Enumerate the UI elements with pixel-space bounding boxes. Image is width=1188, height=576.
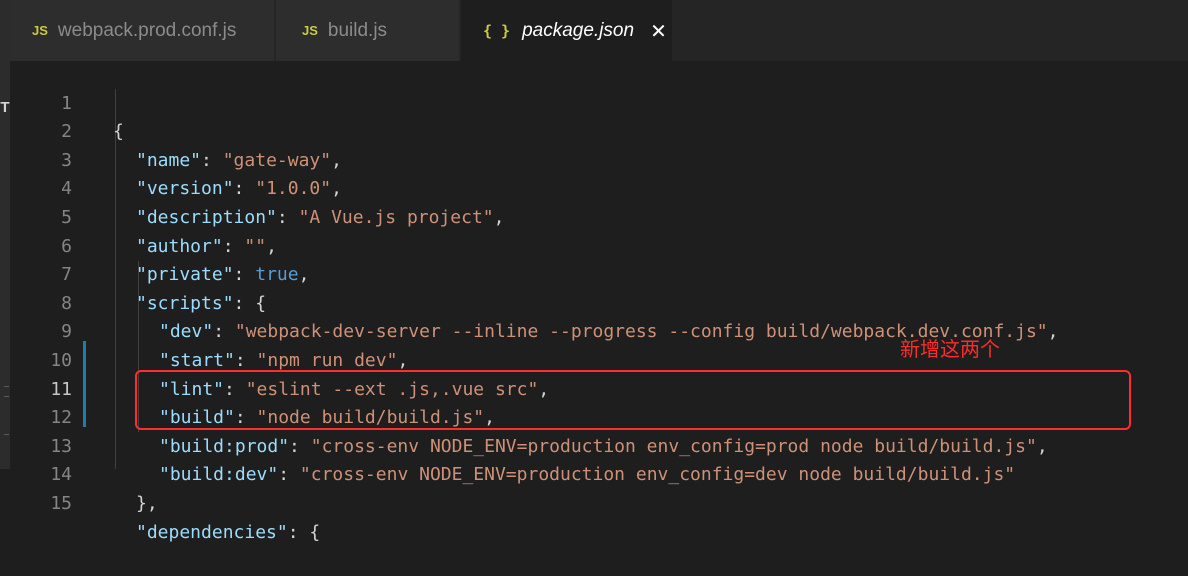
tab-webpack-prod-conf[interactable]: JS webpack.prod.conf.js <box>10 0 274 61</box>
close-icon[interactable]: ✕ <box>650 19 667 43</box>
code-line: 1 { <box>10 61 1188 143</box>
activity-mark[interactable]: T <box>0 94 10 122</box>
line-number: 15 <box>50 492 72 514</box>
activity-tick <box>4 386 9 387</box>
tab-bar: JS webpack.prod.conf.js JS build.js { } … <box>10 0 1188 61</box>
code-line: 5 "author": "", <box>10 175 1188 257</box>
annotation-label: 新增这两个 <box>900 337 1000 361</box>
code-line: 3 "version": "1.0.0", <box>10 118 1188 200</box>
tab-label: package.json <box>522 19 635 41</box>
json-icon: { } <box>483 21 511 40</box>
activity-tick <box>4 396 9 397</box>
code-text: }, <box>136 492 158 514</box>
activity-tick <box>4 434 9 435</box>
javascript-icon: JS <box>302 23 318 38</box>
code-line: 14 }, <box>10 433 1188 514</box>
code-line: 4 "description": "A Vue.js project", <box>10 147 1188 228</box>
code-line: 15 "dependencies": { <box>10 461 1188 543</box>
red-highlight-box <box>135 370 1131 430</box>
javascript-icon: JS <box>32 23 48 38</box>
activity-bar: T <box>0 0 10 469</box>
tab-label: webpack.prod.conf.js <box>57 19 237 41</box>
code-line: 9 "start": "npm run dev", <box>10 290 1188 371</box>
code-line: 7 "scripts": { <box>10 233 1188 314</box>
code-line: 6 "private": true, <box>10 204 1188 286</box>
code-line: 2 "name": "gate-way", <box>10 90 1188 171</box>
tab-build-js[interactable]: JS build.js <box>276 0 459 61</box>
tab-package-json[interactable]: { } package.json ✕ <box>461 0 672 61</box>
tab-label: build.js <box>327 19 388 41</box>
code-line: 8 "dev": "webpack-dev-server --inline --… <box>10 261 1188 343</box>
code-line: 10 "lint": "eslint --ext .js,.vue src", <box>10 318 1188 400</box>
code-text: "dependencies": { <box>136 521 321 543</box>
